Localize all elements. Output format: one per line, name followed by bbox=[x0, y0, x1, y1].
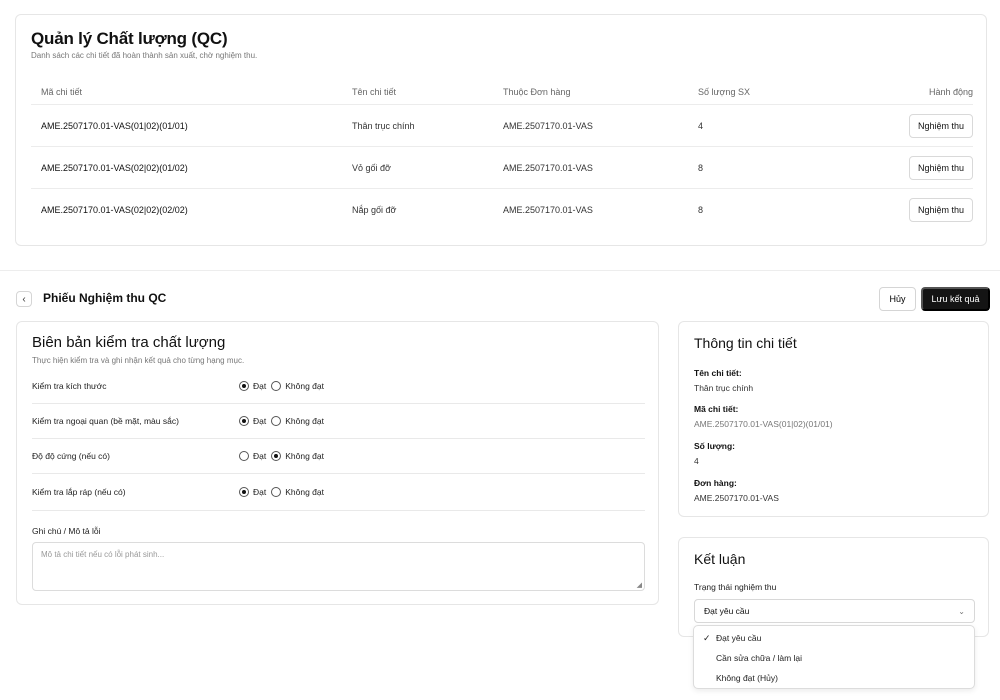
row-qty: 4 bbox=[698, 120, 704, 131]
radio-checked-icon bbox=[239, 416, 249, 426]
col-name: Tên chi tiết bbox=[352, 86, 397, 97]
check-label: Kiểm tra kích thước bbox=[32, 381, 107, 391]
qc-table: Mã chi tiết Tên chi tiết Thuộc Đơn hàng … bbox=[31, 79, 973, 231]
check-row: Kiểm tra lắp ráp (nếu có) Đạt Không đạt bbox=[32, 474, 645, 511]
col-code: Mã chi tiết bbox=[41, 86, 83, 97]
status-option[interactable]: ✓ Đạt yêu cầu bbox=[694, 628, 974, 648]
radio-unchecked-icon bbox=[239, 451, 249, 461]
row-order: AME.2507170.01-VAS bbox=[503, 205, 593, 215]
radio-fail[interactable]: Không đạt bbox=[271, 487, 324, 497]
inspection-title: Biên bản kiểm tra chất lượng bbox=[32, 334, 226, 351]
radio-checked-icon bbox=[271, 451, 282, 461]
col-action: Hành động bbox=[928, 86, 973, 97]
check-label: Độ độ cứng (nếu có) bbox=[32, 451, 110, 461]
status-select[interactable]: Đạt yêu cầu ⌄ bbox=[694, 599, 975, 623]
radio-pass[interactable]: Đạt bbox=[239, 451, 266, 461]
inspect-button[interactable]: Nghiệm thu bbox=[908, 198, 973, 222]
inspection-card: Biên bản kiểm tra chất lượng Thực hiện k… bbox=[16, 321, 659, 605]
check-label: Kiểm tra lắp ráp (nếu có) bbox=[32, 487, 126, 497]
chevron-down-icon: ⌄ bbox=[958, 606, 965, 616]
table-row: AME.2507170.01-VAS(01|02)(01/01) Thân tr… bbox=[31, 105, 973, 147]
section-divider bbox=[0, 270, 1000, 271]
status-label: Trạng thái nghiệm thu bbox=[694, 582, 777, 592]
row-code: AME.2507170.01-VAS(01|02)(01/01) bbox=[41, 120, 188, 131]
radio-group: Đạt Không đạt bbox=[239, 487, 329, 497]
save-result-button[interactable]: Lưu kết quả bbox=[921, 287, 990, 311]
row-code: AME.2507170.01-VAS(02|02)(01/02) bbox=[41, 162, 188, 173]
row-code: AME.2507170.01-VAS(02|02)(02/02) bbox=[41, 205, 188, 215]
radio-checked-icon bbox=[239, 381, 249, 391]
cancel-button[interactable]: Hủy bbox=[879, 287, 916, 311]
radio-pass[interactable]: Đạt bbox=[239, 416, 266, 426]
status-option[interactable]: Cần sửa chữa / làm lại bbox=[694, 648, 974, 668]
conclusion-card: Kết luận Trạng thái nghiệm thu Đạt yêu c… bbox=[678, 537, 989, 637]
status-option[interactable]: Không đạt (Hủy) bbox=[694, 668, 974, 688]
field-code: Mã chi tiết: AME.2507170.01-VAS(01|02)(0… bbox=[694, 404, 833, 429]
radio-unchecked-icon bbox=[271, 381, 282, 391]
row-qty: 8 bbox=[698, 162, 704, 173]
back-button[interactable]: ‹ bbox=[16, 291, 32, 307]
conclusion-title: Kết luận bbox=[694, 551, 746, 567]
radio-pass[interactable]: Đạt bbox=[239, 487, 266, 497]
inspection-subtitle: Thực hiện kiểm tra và ghi nhận kết quả c… bbox=[32, 356, 245, 365]
info-title: Thông tin chi tiết bbox=[694, 335, 797, 351]
row-name: Nắp gối đỡ bbox=[352, 205, 397, 215]
row-name: Vỏ gối đỡ bbox=[352, 162, 391, 173]
qc-list-card: Quản lý Chất lượng (QC) Danh sách các ch… bbox=[15, 14, 987, 246]
radio-pass[interactable]: Đạt bbox=[239, 381, 266, 391]
field-qty: Số lượng: 4 bbox=[694, 441, 735, 466]
row-order: AME.2507170.01-VAS bbox=[503, 120, 593, 131]
field-order: Đơn hàng: AME.2507170.01-VAS bbox=[694, 478, 779, 503]
check-row: Kiểm tra kích thước Đạt Không đạt bbox=[32, 369, 645, 404]
radio-group: Đạt Không đạt bbox=[239, 416, 329, 426]
radio-unchecked-icon bbox=[271, 487, 282, 497]
col-order: Thuộc Đơn hàng bbox=[503, 86, 571, 97]
note-label: Ghi chú / Mô tả lỗi bbox=[32, 526, 101, 536]
radio-fail[interactable]: Không đạt bbox=[271, 416, 324, 426]
qc-list-title: Quản lý Chất lượng (QC) bbox=[31, 29, 228, 48]
radio-unchecked-icon bbox=[271, 416, 282, 426]
table-header: Mã chi tiết Tên chi tiết Thuộc Đơn hàng … bbox=[31, 79, 973, 105]
detail-info-card: Thông tin chi tiết Tên chi tiết: Thân tr… bbox=[678, 321, 989, 517]
inspect-button[interactable]: Nghiệm thu bbox=[908, 155, 973, 180]
chevron-left-icon: ‹ bbox=[22, 293, 26, 305]
note-placeholder: Mô tả chi tiết nếu có lỗi phát sinh... bbox=[41, 550, 165, 559]
note-textarea[interactable]: Mô tả chi tiết nếu có lỗi phát sinh... ◢ bbox=[32, 542, 645, 591]
radio-fail[interactable]: Không đạt bbox=[271, 451, 324, 461]
row-name: Thân trục chính bbox=[352, 120, 415, 131]
qc-list-subtitle: Danh sách các chi tiết đã hoàn thành sản… bbox=[31, 51, 258, 60]
check-icon: ✓ bbox=[703, 632, 711, 643]
table-row: AME.2507170.01-VAS(02|02)(02/02) Nắp gối… bbox=[31, 189, 973, 231]
row-order: AME.2507170.01-VAS bbox=[503, 162, 593, 173]
radio-group: Đạt Không đạt bbox=[239, 451, 329, 461]
check-label: Kiểm tra ngoại quan (bề mặt, màu sắc) bbox=[32, 416, 179, 426]
resize-handle-icon[interactable]: ◢ bbox=[637, 581, 642, 589]
radio-group: Đạt Không đạt bbox=[239, 381, 329, 391]
table-row: AME.2507170.01-VAS(02|02)(01/02) Vỏ gối … bbox=[31, 147, 973, 189]
col-qty: Số lượng SX bbox=[698, 86, 750, 97]
check-row: Độ độ cứng (nếu có) Đạt Không đạt bbox=[32, 439, 645, 474]
inspect-button[interactable]: Nghiệm thu bbox=[908, 113, 973, 138]
field-name: Tên chi tiết: Thân trục chính bbox=[694, 368, 754, 393]
check-row: Kiểm tra ngoại quan (bề mặt, màu sắc) Đạ… bbox=[32, 404, 645, 439]
status-selected-value: Đạt yêu cầu bbox=[704, 606, 750, 616]
status-dropdown: ✓ Đạt yêu cầu Cần sửa chữa / làm lại Khô… bbox=[693, 625, 975, 689]
radio-checked-icon bbox=[239, 487, 249, 497]
page-title: Phiếu Nghiệm thu QC bbox=[43, 291, 167, 305]
radio-fail[interactable]: Không đạt bbox=[271, 381, 324, 391]
row-qty: 8 bbox=[698, 205, 704, 215]
